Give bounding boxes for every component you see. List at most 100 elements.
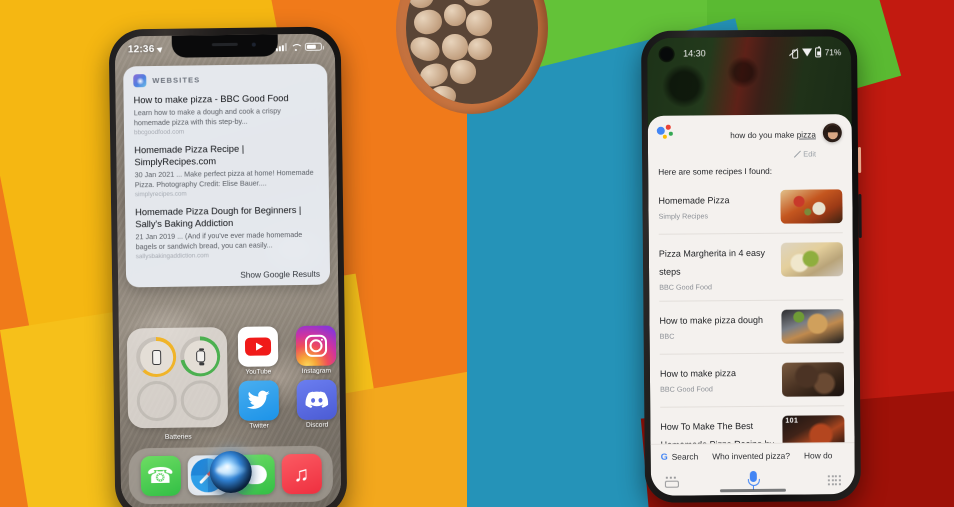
watch-glyph-icon (195, 350, 205, 363)
app-instagram[interactable]: Instagram (294, 325, 339, 375)
ios-status-bar: 12:36 (115, 33, 335, 60)
app-label: YouTube (245, 368, 272, 376)
recipe-source: BBC Good Food (660, 384, 713, 394)
list-item[interactable]: Pizza Margherita in 4 easy steps BBC Goo… (658, 233, 844, 302)
recipe-title: Homemade Pizza (658, 195, 730, 206)
keyboard-icon[interactable] (664, 476, 679, 488)
power-button[interactable] (857, 147, 861, 174)
google-assistant-icon (656, 124, 677, 141)
phone-app-icon[interactable] (140, 455, 181, 497)
recipe-thumbnail (780, 189, 843, 224)
video-badge: 101 (785, 417, 799, 425)
android-status-bar: 14:30 71% (647, 44, 851, 62)
app-label: Discord (305, 421, 329, 429)
pencil-icon (793, 151, 800, 158)
assistant-query-row: how do you make pizza Edit (648, 114, 852, 160)
battery-icon (815, 47, 822, 58)
navigation-pill[interactable] (719, 488, 786, 493)
result-snippet: 21 Jan 2019 ... (And if you've ever made… (135, 229, 303, 251)
cellular-signal-icon (275, 43, 287, 52)
search-result-item[interactable]: Homemade Pizza Recipe | SimplyRecipes.co… (134, 143, 319, 199)
chip-label: Search (671, 451, 699, 462)
youtube-icon (237, 326, 279, 367)
instagram-icon (295, 325, 337, 367)
ios-clock: 12:36 (127, 43, 155, 55)
batteries-widget[interactable]: Batteries (126, 327, 229, 441)
suggestion-chips: G Search Who invented pizza? How do (650, 442, 855, 468)
recipe-source: BBC (659, 331, 675, 341)
chip-who-invented-pizza[interactable]: Who invented pizza? (712, 451, 790, 462)
music-icon[interactable] (281, 453, 322, 495)
list-item[interactable]: How to make pizza dough BBC (659, 300, 844, 355)
list-item[interactable]: How To Make The Best Homemade Pizza Reci… (660, 406, 845, 444)
recipe-title: How to make pizza dough (659, 314, 764, 326)
assistant-sheet: how do you make pizza Edit Here are some… (647, 114, 855, 496)
query-text: how do you make (730, 130, 797, 141)
app-label: Twitter (249, 422, 269, 430)
list-item[interactable]: How to make pizza BBC Good Food (659, 353, 845, 408)
location-arrow-icon (156, 45, 164, 53)
recipe-title: How To Make The Best Homemade Pizza Reci… (660, 420, 775, 444)
battery-ring-phone (135, 336, 177, 378)
chip-search[interactable]: G Search (661, 451, 699, 461)
result-url: sallysbakingaddiction.com (135, 252, 209, 261)
discord-icon (296, 379, 338, 421)
recipe-thumbnail (780, 242, 844, 277)
result-title: Homemade Pizza Dough for Beginners | Sal… (135, 205, 302, 230)
volume-rocker[interactable] (857, 194, 862, 239)
recipe-text: How to make pizza dough BBC (659, 310, 773, 341)
recipe-thumbnail (781, 309, 844, 344)
vibrate-off-icon (789, 48, 798, 57)
show-google-results-button[interactable]: Show Google Results (136, 267, 320, 282)
result-url: simplyrecipes.com (134, 190, 187, 199)
assistant-intro-text: Here are some recipes I found: (658, 165, 773, 177)
ios-status-left: 12:36 (127, 43, 164, 55)
chip-label: Who invented pizza? (712, 450, 791, 462)
screenshot-stage: 12:36 WEBSITES How to make pizza - BBC G… (0, 0, 954, 507)
recipe-text: Homemade Pizza Simply Recipes (658, 190, 772, 221)
edit-label: Edit (803, 149, 817, 159)
app-youtube[interactable]: YouTube (236, 326, 281, 376)
pixel-screen: 14:30 71% how do you make pizza Edit Her… (647, 36, 855, 496)
ios-home-row: Batteries YouTube Instagram Twitter Disc… (126, 325, 338, 441)
avatar[interactable] (822, 123, 842, 143)
app-label: Instagram (301, 367, 332, 375)
query-underlined-term: pizza (796, 130, 816, 140)
ios-status-right (275, 42, 322, 52)
siri-card-header-label: WEBSITES (152, 75, 201, 86)
recipe-thumbnail (781, 362, 845, 397)
wifi-icon (802, 48, 812, 56)
recipe-source: Simply Recipes (658, 211, 709, 221)
pixel-device: 14:30 71% how do you make pizza Edit Her… (640, 29, 862, 503)
chip-how-do[interactable]: How do (804, 450, 832, 460)
recipe-title: How to make pizza (659, 368, 737, 379)
app-discord[interactable]: Discord (295, 379, 340, 429)
battery-ring-empty (136, 380, 178, 422)
siri-websites-card[interactable]: WEBSITES How to make pizza - BBC Good Fo… (123, 63, 331, 288)
battery-icon (304, 42, 322, 52)
result-title: Homemade Pizza Recipe | SimplyRecipes.co… (134, 143, 245, 168)
result-snippet: Learn how to make a dough and cook a cri… (133, 106, 281, 127)
battery-ring-watch (179, 336, 221, 377)
recipe-text: Pizza Margherita in 4 easy steps BBC Goo… (659, 243, 773, 292)
phone-glyph-icon (151, 349, 161, 365)
battery-ring-empty (180, 380, 222, 421)
recipe-list: Homemade Pizza Simply Recipes Pizza Marg… (648, 180, 854, 444)
battery-percent-label: 71% (824, 47, 842, 57)
android-status-right: 71% (789, 47, 842, 58)
result-url: bbcgoodfood.com (133, 128, 185, 137)
recipe-text: How To Make The Best Homemade Pizza Reci… (660, 416, 775, 444)
explore-grid-icon[interactable] (827, 475, 841, 486)
recipe-text: How to make pizza BBC Good Food (660, 363, 774, 394)
app-twitter[interactable]: Twitter (237, 380, 282, 430)
result-snippet: 30 Jan 2021 ... Make perfect pizza at ho… (134, 167, 314, 189)
recipe-title: Pizza Margherita in 4 easy steps (658, 247, 765, 277)
chip-label: How do (803, 450, 833, 461)
assistant-query-wrap: how do you make pizza Edit (677, 123, 823, 159)
siri-card-header: WEBSITES (133, 72, 317, 88)
list-item[interactable]: Homemade Pizza Simply Recipes (658, 180, 843, 235)
android-clock: 14:30 (683, 48, 706, 59)
iphone-device: 12:36 WEBSITES How to make pizza - BBC G… (108, 26, 348, 507)
search-result-item[interactable]: Homemade Pizza Dough for Beginners | Sal… (135, 205, 320, 261)
search-result-item[interactable]: How to make pizza - BBC Good Food Learn … (133, 93, 319, 137)
